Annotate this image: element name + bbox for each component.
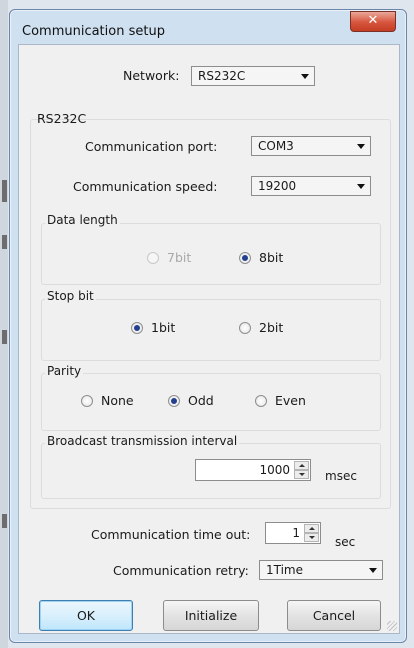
spinner-up-icon[interactable] (304, 524, 319, 533)
communication-speed-select[interactable]: 19200 (251, 176, 371, 196)
network-label: Network: (123, 68, 180, 83)
chevron-down-icon (357, 184, 365, 189)
communication-speed-label: Communication speed: (73, 179, 218, 194)
background-mark (2, 180, 7, 202)
stop-bit-1bit-radio[interactable] (131, 322, 143, 334)
title-bar[interactable]: Communication setup ✕ (10, 10, 406, 44)
communication-retry-value: 1Time (266, 563, 304, 577)
chevron-down-icon (301, 74, 309, 79)
background-window-edge (0, 0, 8, 648)
communication-setup-dialog: Communication setup ✕ Network: RS232C RS… (9, 9, 407, 643)
parity-label: Parity (45, 364, 84, 378)
parity-odd-label: Odd (188, 393, 214, 408)
parity-none-label: None (101, 393, 134, 408)
communication-retry-label: Communication retry: (113, 563, 249, 578)
close-button[interactable]: ✕ (350, 11, 396, 32)
broadcast-interval-input[interactable]: 1000 (195, 459, 311, 481)
broadcast-interval-unit: msec (325, 469, 357, 483)
background-mark (2, 235, 7, 249)
spinner-up-icon[interactable] (294, 461, 309, 470)
data-length-7bit-radio[interactable] (147, 252, 159, 264)
communication-port-label: Communication port: (85, 139, 218, 154)
stop-bit-group (41, 299, 381, 361)
communication-port-value: COM3 (258, 139, 294, 153)
communication-timeout-label: Communication time out: (91, 527, 251, 542)
broadcast-interval-value: 1000 (259, 463, 290, 477)
spinner-down-icon[interactable] (294, 470, 309, 479)
initialize-button[interactable]: Initialize (163, 600, 259, 631)
communication-port-select[interactable]: COM3 (251, 136, 371, 156)
stop-bit-2bit-radio[interactable] (239, 322, 251, 334)
data-length-label: Data length (45, 213, 120, 227)
cancel-button[interactable]: Cancel (287, 600, 381, 631)
communication-timeout-value: 1 (292, 526, 300, 540)
network-value: RS232C (198, 69, 246, 83)
chevron-down-icon (369, 568, 377, 573)
rs232c-group-label: RS232C (37, 111, 87, 126)
communication-timeout-spinner (304, 524, 319, 542)
resize-grip[interactable] (387, 621, 397, 631)
communication-timeout-input[interactable]: 1 (265, 522, 321, 544)
background-mark (2, 514, 7, 528)
parity-even-label: Even (275, 393, 306, 408)
data-length-7bit-label: 7bit (167, 250, 192, 265)
data-length-group (41, 223, 381, 285)
communication-retry-select[interactable]: 1Time (259, 560, 383, 580)
dialog-title: Communication setup (22, 24, 165, 39)
broadcast-interval-label: Broadcast transmission interval (45, 434, 240, 448)
communication-speed-value: 19200 (258, 179, 297, 193)
ok-button[interactable]: OK (39, 600, 133, 631)
spinner-down-icon[interactable] (304, 533, 319, 542)
parity-odd-radio[interactable] (168, 395, 180, 407)
chevron-down-icon (357, 144, 365, 149)
stop-bit-2bit-label: 2bit (259, 320, 284, 335)
network-select[interactable]: RS232C (191, 66, 315, 86)
broadcast-interval-spinner (294, 461, 309, 479)
communication-timeout-unit: sec (335, 535, 356, 549)
parity-none-radio[interactable] (81, 395, 93, 407)
stop-bit-label: Stop bit (45, 289, 96, 303)
data-length-8bit-label: 8bit (259, 250, 284, 265)
background-mark (2, 330, 7, 344)
close-icon: ✕ (367, 13, 379, 28)
parity-even-radio[interactable] (255, 395, 267, 407)
data-length-8bit-radio[interactable] (239, 252, 251, 264)
stop-bit-1bit-label: 1bit (151, 320, 176, 335)
dialog-body: Network: RS232C RS232C Communication por… (18, 44, 400, 634)
